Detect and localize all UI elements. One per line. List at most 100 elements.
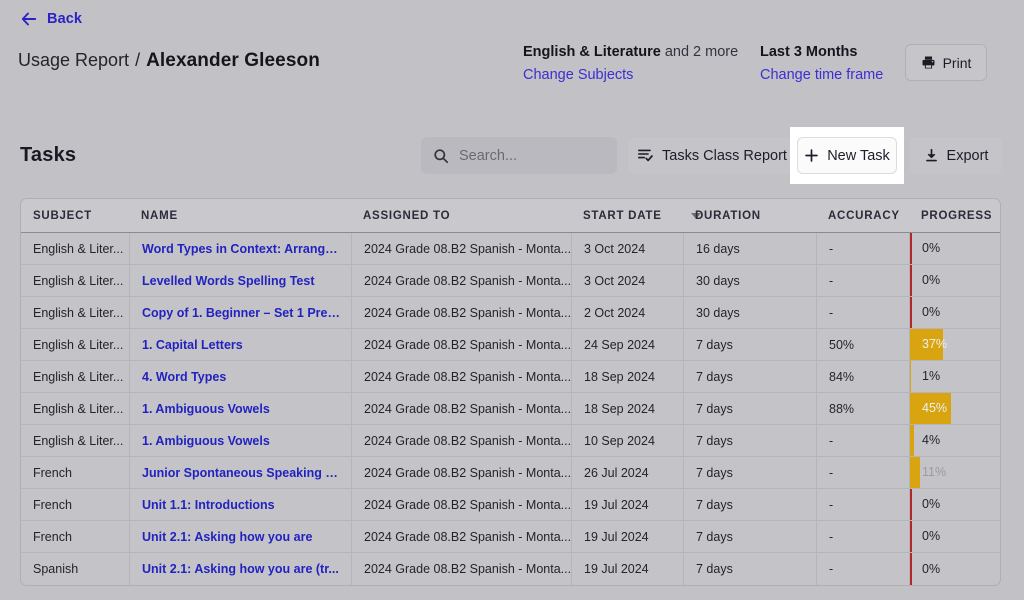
subjects-primary: English & Literature xyxy=(523,44,661,60)
table-row[interactable]: English & Liter... 1. Ambiguous Vowels 202… xyxy=(21,425,1000,457)
column-header-label: DURATION xyxy=(695,209,761,222)
subjects-filter: English & Literature and 2 more Change S… xyxy=(523,43,738,85)
cell-subject: English & Liter... xyxy=(33,337,124,352)
table-row[interactable]: English & Liter... 1. Ambiguous Vowels 202… xyxy=(21,393,1000,425)
search-box[interactable] xyxy=(421,137,617,174)
cell-name: 1. Ambiguous Vowels xyxy=(129,393,351,424)
column-header-subject[interactable]: SUBJECT xyxy=(21,199,129,232)
cell-assigned-to: 2024 Grade 08.B2 Spanish - Monta... xyxy=(351,265,571,296)
cell-name: Word Types in Context: Arrange ... xyxy=(129,233,351,264)
cell-accuracy: - xyxy=(816,553,909,585)
task-name-link[interactable]: Levelled Words Spelling Test xyxy=(142,274,315,288)
cell-accuracy: - xyxy=(816,521,909,552)
progress-label: 0% xyxy=(922,241,941,255)
cell-subject: English & Liter... xyxy=(33,433,124,448)
progress-label: 4% xyxy=(922,433,941,447)
column-header-duration[interactable]: DURATION xyxy=(683,199,816,232)
cell-accuracy: - xyxy=(816,425,909,456)
cell-progress: 1% xyxy=(909,361,1000,392)
search-input[interactable] xyxy=(459,147,604,164)
cell-assigned-to: 2024 Grade 08.B2 Spanish - Monta... xyxy=(351,297,571,328)
column-header-label: NAME xyxy=(141,209,178,222)
cell-accuracy: - xyxy=(816,233,909,264)
cell-accuracy: 50% xyxy=(816,329,909,360)
cell-subject: French xyxy=(33,497,72,512)
table-body: English & Liter... Word Types in Context:… xyxy=(21,233,1000,585)
task-name-link[interactable]: Copy of 1. Beginner – Set 1 Pre-t... xyxy=(142,306,343,320)
table-row[interactable]: Spanish Unit 2.1: Asking how you are (tr.… xyxy=(21,553,1000,585)
cell-duration: 7 days xyxy=(683,457,816,488)
column-header-label: ASSIGNED TO xyxy=(363,209,451,222)
cell-name: Junior Spontaneous Speaking Q... xyxy=(129,457,351,488)
task-name-link[interactable]: Word Types in Context: Arrange ... xyxy=(142,242,343,256)
export-button[interactable]: Export xyxy=(910,137,1002,174)
task-name-link[interactable]: 1. Capital Letters xyxy=(142,338,243,352)
cell-duration: 30 days xyxy=(683,297,816,328)
table-row[interactable]: French Junior Spontaneous Speaking Q... 20… xyxy=(21,457,1000,489)
cell-subject: French xyxy=(33,529,72,544)
cell-duration: 7 days xyxy=(683,521,816,552)
cell-progress: 37% xyxy=(909,329,1000,360)
table-row[interactable]: French Unit 2.1: Asking how you are 2024 G… xyxy=(21,521,1000,553)
cell-duration: 7 days xyxy=(683,361,816,392)
cell-accuracy: - xyxy=(816,265,909,296)
tasks-class-report-button[interactable]: Tasks Class Report xyxy=(628,137,796,174)
column-header-progress[interactable]: PROGRESS xyxy=(909,199,1000,232)
table-row[interactable]: English & Liter... 1. Capital Letters 2024… xyxy=(21,329,1000,361)
cell-duration: 7 days xyxy=(683,425,816,456)
column-header-name[interactable]: NAME xyxy=(129,199,351,232)
table-row[interactable]: English & Liter... Levelled Words Spellin… xyxy=(21,265,1000,297)
column-header-label: ACCURACY xyxy=(828,209,900,222)
breadcrumb-parent[interactable]: Usage Report xyxy=(18,50,129,71)
table-row[interactable]: English & Liter... 4. Word Types 2024 Grad… xyxy=(21,361,1000,393)
task-name-link[interactable]: Unit 1.1: Introductions xyxy=(142,498,275,512)
task-name-link[interactable]: 4. Word Types xyxy=(142,370,226,384)
new-task-button[interactable]: New Task xyxy=(797,137,897,174)
task-name-link[interactable]: Unit 2.1: Asking how you are (tr... xyxy=(142,562,339,576)
cell-assigned-to: 2024 Grade 08.B2 Spanish - Monta... xyxy=(351,361,571,392)
progress-label: 11% xyxy=(922,465,947,479)
table-header-row: SUBJECT NAME ASSIGNED TO START DATE DURATION… xyxy=(21,199,1000,233)
cell-start-date: 18 Sep 2024 xyxy=(571,393,683,424)
column-header-assigned[interactable]: ASSIGNED TO xyxy=(351,199,571,232)
subjects-summary: English & Literature and 2 more xyxy=(523,43,738,62)
task-name-link[interactable]: 1. Ambiguous Vowels xyxy=(142,402,270,416)
task-name-link[interactable]: 1. Ambiguous Vowels xyxy=(142,434,270,448)
task-name-link[interactable]: Unit 2.1: Asking how you are xyxy=(142,530,312,544)
column-header-start[interactable]: START DATE xyxy=(571,199,701,232)
progress-label: 45% xyxy=(922,401,948,415)
cell-name: Unit 2.1: Asking how you are xyxy=(129,521,351,552)
page-title: Alexander Gleeson xyxy=(146,50,320,71)
cell-duration: 7 days xyxy=(683,489,816,520)
cell-subject: English & Liter... xyxy=(33,241,124,256)
table-row[interactable]: French Unit 1.1: Introductions 2024 Grade … xyxy=(21,489,1000,521)
task-name-link[interactable]: Junior Spontaneous Speaking Q... xyxy=(142,466,343,480)
table-row[interactable]: English & Liter... Word Types in Context:… xyxy=(21,233,1000,265)
column-header-label: START DATE xyxy=(583,209,662,222)
cell-progress: 0% xyxy=(909,521,1000,552)
list-check-icon xyxy=(637,147,654,164)
column-header-label: SUBJECT xyxy=(33,209,92,222)
cell-start-date: 2 Oct 2024 xyxy=(571,297,683,328)
breadcrumb: Usage Report / Alexander Gleeson xyxy=(18,50,320,72)
change-timeframe-link[interactable]: Change time frame xyxy=(760,66,883,85)
cell-name: Unit 2.1: Asking how you are (tr... xyxy=(129,553,351,585)
cell-assigned-to: 2024 Grade 08.B2 Spanish - Monta... xyxy=(351,329,571,360)
cell-subject: Spanish xyxy=(33,562,79,576)
progress-label: 1% xyxy=(922,369,941,383)
cell-accuracy: - xyxy=(816,457,909,488)
cell-duration: 30 days xyxy=(683,265,816,296)
cell-duration: 7 days xyxy=(683,329,816,360)
cell-start-date: 19 Jul 2024 xyxy=(571,521,683,552)
progress-label: 37% xyxy=(922,337,948,351)
cell-name: Unit 1.1: Introductions xyxy=(129,489,351,520)
cell-start-date: 19 Jul 2024 xyxy=(571,489,683,520)
print-button[interactable]: Print xyxy=(905,44,987,81)
back-button[interactable]: Back xyxy=(20,6,82,32)
tasks-class-report-label: Tasks Class Report xyxy=(662,147,787,164)
column-header-accuracy[interactable]: ACCURACY xyxy=(816,199,909,232)
change-subjects-link[interactable]: Change Subjects xyxy=(523,66,633,85)
table-row[interactable]: English & Liter... Copy of 1. Beginner – … xyxy=(21,297,1000,329)
cell-assigned-to: 2024 Grade 08.B2 Spanish - Monta... xyxy=(351,489,571,520)
progress-label: 0% xyxy=(922,529,941,543)
